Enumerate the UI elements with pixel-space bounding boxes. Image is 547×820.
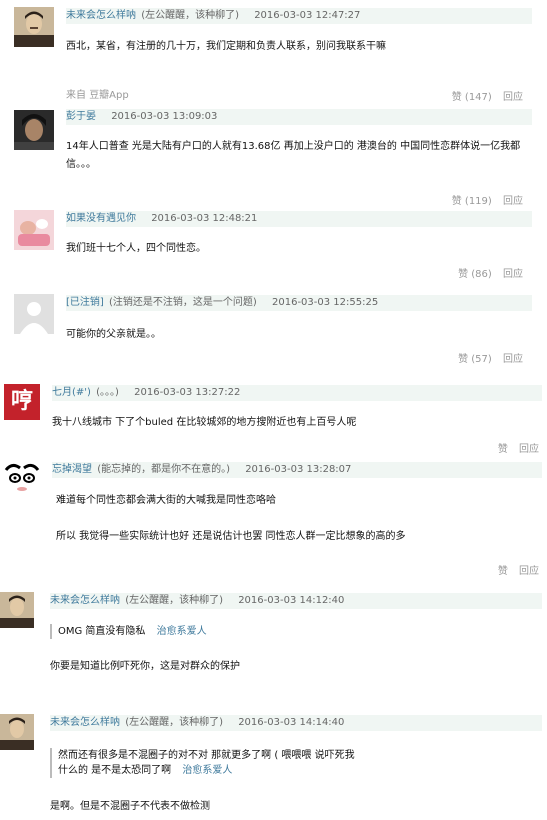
comment-text: 可能你的父亲就是。。: [66, 329, 161, 340]
reply-button[interactable]: 回应: [503, 92, 523, 103]
avatar-character: 哼: [10, 389, 33, 414]
comment-actions: 赞 (57) 回应: [458, 350, 523, 365]
comment-time: 2016-03-03 14:14:40: [238, 717, 345, 728]
author-signature: (左公醒醒，该种柳了): [125, 595, 223, 606]
comment-header: 未来会怎么样呐 (左公醒醒，该种柳了) 2016-03-03 14:12:40: [50, 593, 542, 609]
source-app[interactable]: 豆瓣App: [89, 90, 129, 101]
quote-line-2: 什么的 是不是太恐同了啊 治愈系爱人: [58, 763, 418, 778]
author-link[interactable]: 未来会怎么样呐: [50, 595, 120, 606]
like-button[interactable]: 赞 (119): [452, 196, 492, 207]
comment-actions: 赞 回应: [498, 440, 539, 455]
comment-2: 彭于晏 2016-03-03 13:09:03 14年人口普查 光是大陆有户口的…: [0, 108, 547, 210]
comment-source: 来自 豆瓣App: [66, 86, 129, 101]
source-prefix: 来自: [66, 90, 86, 101]
comment-header: 彭于晏 2016-03-03 13:09:03: [66, 109, 532, 125]
avatar[interactable]: [14, 294, 54, 334]
quote-text: OMG 简直没有隐私: [58, 626, 146, 637]
quote-author-link[interactable]: 治愈系爱人: [157, 626, 207, 637]
author-link[interactable]: 如果没有遇见你: [66, 213, 136, 224]
comment-text: 是啊。但是不混圈子不代表不做检测: [50, 801, 210, 812]
quote-text-line-1: 然而还有很多是不混圈子的对不对 那就更多了啊 ( 喂喂喂 说吓死我: [58, 750, 355, 761]
comment-header: 未来会怎么样呐 (左公醒醒，该种柳了) 2016-03-03 12:47:27: [66, 8, 532, 24]
author-signature: (左公醒醒，该种柳了): [141, 10, 239, 21]
author-link[interactable]: [已注销]: [66, 297, 104, 308]
avatar[interactable]: [14, 7, 54, 47]
author-signature: (能忘掉的，都是你不在意的。): [97, 464, 230, 475]
photo-avatar-image: [14, 210, 54, 250]
comment-time: 2016-03-03 12:47:27: [254, 10, 361, 21]
comment-text-line-1: 难道每个同性恋都会满大街的大喊我是同性恋咯哈: [56, 495, 276, 506]
quote-text-line-2: 什么的 是不是太恐同了啊: [58, 765, 172, 776]
avatar[interactable]: [14, 210, 54, 250]
quote-author-link[interactable]: 治愈系爱人: [182, 765, 232, 776]
comment-actions: 赞 (147) 回应: [452, 88, 523, 103]
comment-text: 我十八线城市 下了个buled 在比较城郊的地方搜附近也有上百号人呢: [52, 417, 357, 428]
comment-time: 2016-03-03 12:55:25: [272, 297, 379, 308]
avatar[interactable]: [0, 714, 34, 750]
reply-button[interactable]: 回应: [503, 354, 523, 365]
cartoon-avatar-image: [4, 460, 40, 496]
quoted-reply: OMG 简直没有隐私 治愈系爱人: [50, 624, 207, 639]
reply-button[interactable]: 回应: [519, 566, 539, 577]
portrait-avatar-image: [0, 714, 34, 750]
author-link[interactable]: 忘掉渴望: [52, 464, 92, 475]
comment-4: [已注销] (注销还是不注销，这是一个问题) 2016-03-03 12:55:…: [0, 292, 547, 370]
reply-button[interactable]: 回应: [503, 196, 523, 207]
author-signature: (注销还是不注销，这是一个问题): [109, 297, 257, 308]
comment-time: 2016-03-03 13:27:22: [134, 387, 241, 398]
reply-button[interactable]: 回应: [519, 444, 539, 455]
comment-text: 你要是知道比例吓死你，这是对群众的保护: [50, 661, 240, 672]
comment-header: [已注销] (注销还是不注销，这是一个问题) 2016-03-03 12:55:…: [66, 295, 532, 311]
portrait-avatar-image: [0, 592, 34, 628]
author-link[interactable]: 七月(#'): [52, 387, 91, 398]
portrait-avatar-image: [14, 7, 54, 47]
comment-6: 忘掉渴望 (能忘掉的，都是你不在意的。) 2016-03-03 13:28:07…: [0, 456, 547, 580]
comment-7: 未来会怎么样呐 (左公醒醒，该种柳了) 2016-03-03 14:12:40 …: [0, 590, 547, 702]
quoted-reply: 然而还有很多是不混圈子的对不对 那就更多了啊 ( 喂喂喂 说吓死我 什么的 是不…: [50, 748, 418, 778]
comment-text: 我们班十七个人，四个同性恋。: [66, 243, 206, 254]
comment-text-line-2: 所以 我觉得一些实际统计也好 还是说估计也罢 同性恋人群一定比想象的高的多: [56, 531, 406, 542]
avatar[interactable]: [4, 460, 40, 496]
like-button[interactable]: 赞 (147): [452, 92, 492, 103]
comment-time: 2016-03-03 14:12:40: [238, 595, 345, 606]
author-link[interactable]: 未来会怎么样呐: [50, 717, 120, 728]
comment-8: 未来会怎么样呐 (左公醒醒，该种柳了) 2016-03-03 14:14:40 …: [0, 712, 547, 820]
comment-time: 2016-03-03 13:09:03: [111, 111, 218, 122]
comment-3: 如果没有遇见你 2016-03-03 12:48:21 我们班十七个人，四个同性…: [0, 210, 547, 292]
avatar[interactable]: 哼: [4, 384, 40, 420]
comment-header: 如果没有遇见你 2016-03-03 12:48:21: [66, 211, 532, 227]
like-button[interactable]: 赞 (57): [458, 354, 492, 365]
comment-time: 2016-03-03 13:28:07: [245, 464, 352, 475]
comment-text: 14年人口普查 光是大陆有户口的人就有13.68亿 再加上没户口的 港澳台的 中…: [66, 141, 521, 170]
comment-1: 未来会怎么样呐 (左公醒醒，该种柳了) 2016-03-03 12:47:27 …: [0, 0, 547, 108]
comment-actions: 赞 (119) 回应: [452, 192, 523, 207]
comment-5: 哼 七月(#') (。。。) 2016-03-03 13:27:22 我十八线城…: [0, 380, 547, 456]
like-button[interactable]: 赞 (86): [458, 269, 492, 280]
like-button[interactable]: 赞: [498, 566, 508, 577]
comment-header: 未来会怎么样呐 (左公醒醒，该种柳了) 2016-03-03 14:14:40: [50, 715, 542, 731]
portrait-avatar-image: [14, 110, 54, 150]
comment-header: 忘掉渴望 (能忘掉的，都是你不在意的。) 2016-03-03 13:28:07: [52, 462, 542, 478]
comment-time: 2016-03-03 12:48:21: [151, 213, 258, 224]
like-button[interactable]: 赞: [498, 444, 508, 455]
comment-actions: 赞 回应: [498, 562, 539, 577]
avatar[interactable]: [0, 592, 34, 628]
avatar[interactable]: [14, 110, 54, 150]
reply-button[interactable]: 回应: [503, 269, 523, 280]
comment-text: 西北，某省，有注册的几十万，我们定期和负责人联系，别问我联系干嘛: [66, 41, 386, 52]
author-link[interactable]: 未来会怎么样呐: [66, 10, 136, 21]
default-user-icon: [14, 294, 54, 334]
author-signature: (左公醒醒，该种柳了): [125, 717, 223, 728]
comment-header: 七月(#') (。。。) 2016-03-03 13:27:22: [52, 385, 542, 401]
author-signature: (。。。): [96, 387, 119, 398]
comment-actions: 赞 (86) 回应: [458, 265, 523, 280]
author-link[interactable]: 彭于晏: [66, 111, 96, 122]
